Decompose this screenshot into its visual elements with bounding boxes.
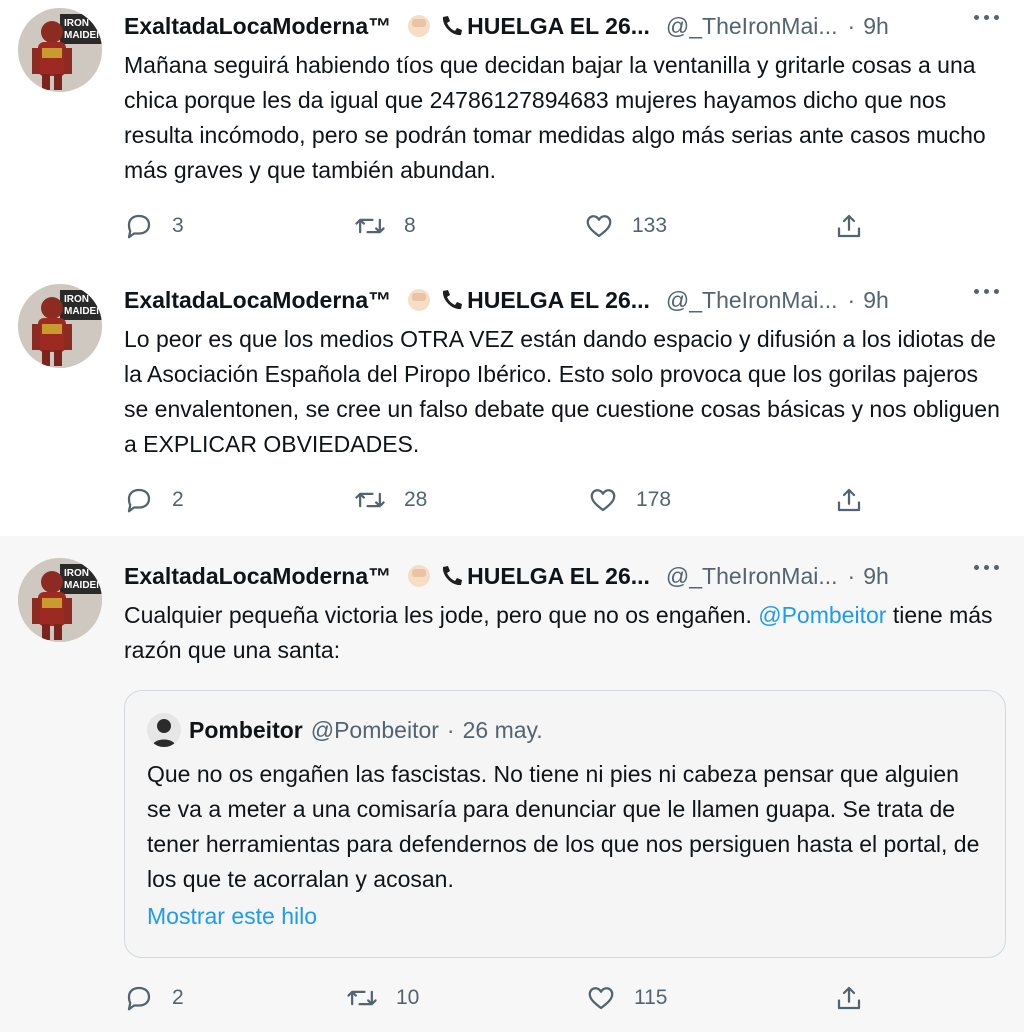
retweet-button[interactable]: 28 <box>354 480 427 520</box>
display-name-suffix: HUELGA EL 26... <box>467 286 650 313</box>
tweet-header: ExaltadaLocaModerna™ HUELGA EL 26... @_T… <box>124 10 1014 42</box>
avatar[interactable]: IRON MAIDEN <box>18 558 102 642</box>
reply-button[interactable]: 2 <box>124 978 184 1018</box>
like-button[interactable]: 133 <box>584 206 667 246</box>
like-button[interactable]: 178 <box>588 480 671 520</box>
user-handle[interactable]: @_TheIronMai... <box>666 13 838 40</box>
reply-count: 2 <box>172 488 184 511</box>
quoted-display-name[interactable]: Pombeitor <box>189 717 303 744</box>
tweet-time[interactable]: 9h <box>863 287 889 314</box>
raised-fist-emoji <box>405 12 433 40</box>
tweet[interactable]: IRON MAIDEN ExaltadaLocaModerna™ HUELGA … <box>0 268 1024 536</box>
quoted-date[interactable]: 26 may. <box>463 717 543 744</box>
share-button[interactable] <box>834 206 864 246</box>
tweet-time[interactable]: 9h <box>863 13 889 40</box>
tweet-text: Mañana seguirá habiendo tíos que decidan… <box>124 52 986 183</box>
tweet-actions: 2 10 115 <box>124 978 884 1018</box>
quoted-avatar[interactable] <box>147 713 181 747</box>
quoted-tweet-text: Que no os engañen las fascistas. No tien… <box>147 761 980 892</box>
show-thread-link[interactable]: Mostrar este hilo <box>147 903 317 930</box>
user-handle[interactable]: @_TheIronMai... <box>666 287 838 314</box>
reply-button[interactable]: 2 <box>124 480 184 520</box>
tweet-time[interactable]: 9h <box>863 563 889 590</box>
svg-text:MAIDEN: MAIDEN <box>64 306 102 317</box>
share-icon <box>837 488 861 512</box>
reply-icon <box>127 214 151 239</box>
separator-dot: · <box>847 562 856 589</box>
reply-icon <box>127 488 151 513</box>
share-button[interactable] <box>834 978 864 1018</box>
mention-link[interactable]: @Pombeitor <box>758 602 886 628</box>
retweet-count: 28 <box>404 488 428 511</box>
telephone-emoji <box>437 562 465 590</box>
reply-icon <box>127 986 151 1011</box>
display-name[interactable]: ExaltadaLocaModerna™ <box>124 13 391 40</box>
more-icon[interactable] <box>974 12 1004 22</box>
tweet-header: ExaltadaLocaModerna™ HUELGA EL 26... @_T… <box>124 560 1014 592</box>
user-handle[interactable]: @_TheIronMai... <box>666 563 838 590</box>
tweet-text-part: Cualquier pequeña victoria les jode, per… <box>124 602 752 628</box>
raised-fist-emoji <box>405 286 433 314</box>
retweet-icon <box>355 492 385 508</box>
svg-text:IRON: IRON <box>64 294 89 305</box>
like-count: 133 <box>632 214 668 237</box>
display-name[interactable]: ExaltadaLocaModerna™ <box>124 287 391 314</box>
retweet-count: 8 <box>404 214 416 237</box>
reply-button[interactable]: 3 <box>124 206 184 246</box>
telephone-emoji <box>437 12 465 40</box>
svg-text:MAIDEN: MAIDEN <box>64 580 102 591</box>
tweet-header: ExaltadaLocaModerna™ HUELGA EL 26... @_T… <box>124 284 1014 316</box>
heart-icon <box>588 987 614 1010</box>
tweet-text: Cualquier pequeña victoria les jode, per… <box>124 598 1004 668</box>
retweet-icon <box>347 990 377 1006</box>
share-icon <box>837 986 861 1010</box>
display-name[interactable]: ExaltadaLocaModerna™ <box>124 563 391 590</box>
tweet-actions: 2 28 178 <box>124 480 884 520</box>
svg-text:IRON: IRON <box>64 18 89 29</box>
reply-count: 3 <box>172 214 184 237</box>
like-button[interactable]: 115 <box>586 978 667 1018</box>
raised-fist-emoji <box>405 562 433 590</box>
display-name-suffix: HUELGA EL 26... <box>467 12 650 39</box>
like-count: 115 <box>634 986 668 1009</box>
avatar[interactable]: IRON MAIDEN <box>18 8 102 92</box>
retweet-count: 10 <box>396 986 420 1009</box>
svg-text:IRON: IRON <box>64 568 89 579</box>
reply-count: 2 <box>172 986 184 1009</box>
share-button[interactable] <box>834 480 864 520</box>
separator-dot: · <box>446 716 455 743</box>
tweet-actions: 3 8 133 <box>124 206 884 246</box>
more-icon[interactable] <box>974 286 1004 296</box>
timeline: IRON MAIDEN ExaltadaLocaModerna™ HUELGA … <box>0 0 1024 1032</box>
quoted-handle[interactable]: @Pombeitor <box>311 717 439 744</box>
like-count: 178 <box>636 488 672 511</box>
separator-dot: · <box>847 286 856 313</box>
tweet[interactable]: IRON MAIDEN ExaltadaLocaModerna™ HUELGA … <box>0 0 1024 268</box>
retweet-icon <box>355 218 385 234</box>
telephone-emoji <box>437 286 465 314</box>
quoted-tweet[interactable]: Pombeitor @Pombeitor · 26 may. Que no os… <box>124 690 1006 958</box>
retweet-button[interactable]: 8 <box>354 206 416 246</box>
svg-text:MAIDEN: MAIDEN <box>64 30 102 41</box>
tweet[interactable]: IRON MAIDEN ExaltadaLocaModerna™ HUELGA … <box>0 536 1024 1032</box>
retweet-button[interactable]: 10 <box>346 978 419 1018</box>
avatar[interactable]: IRON MAIDEN <box>18 284 102 368</box>
heart-icon <box>590 489 616 512</box>
heart-icon <box>586 215 612 238</box>
more-icon[interactable] <box>974 562 1004 572</box>
separator-dot: · <box>847 12 856 39</box>
tweet-text: Lo peor es que los medios OTRA VEZ están… <box>124 326 1000 457</box>
display-name-suffix: HUELGA EL 26... <box>467 562 650 589</box>
quoted-tweet-header: Pombeitor @Pombeitor · 26 may. <box>147 713 543 747</box>
share-icon <box>837 214 861 238</box>
